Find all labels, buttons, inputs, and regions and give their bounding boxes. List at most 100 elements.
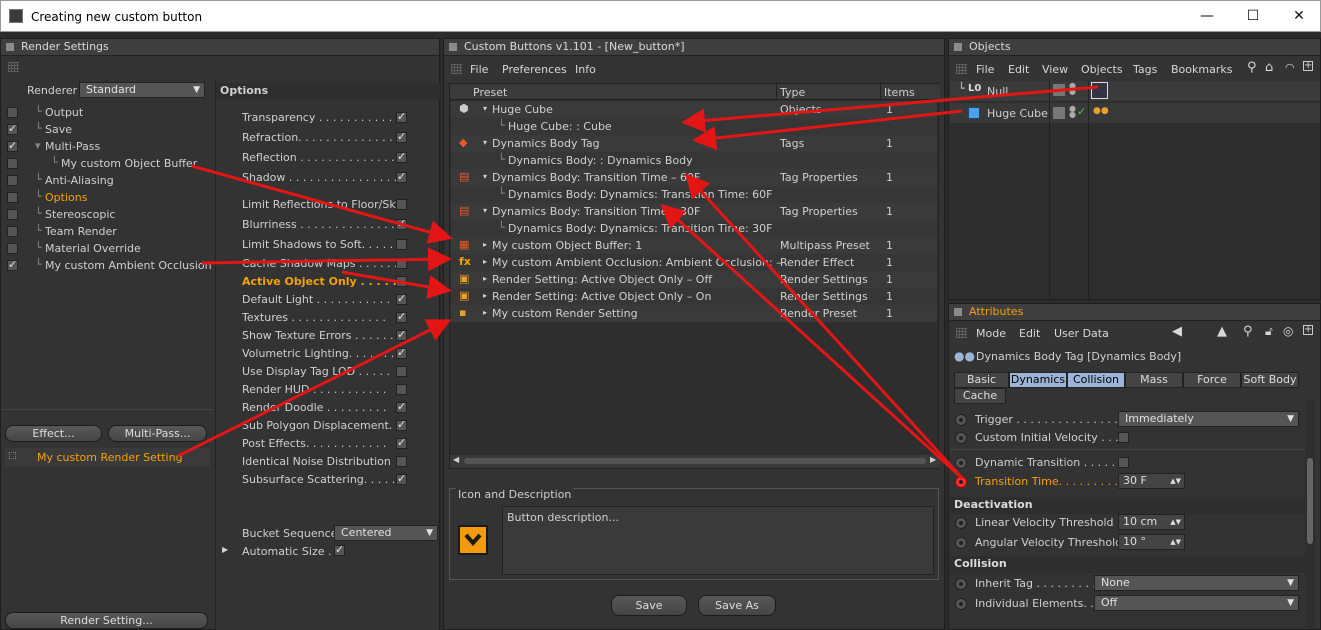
grip-icon[interactable]: [451, 64, 462, 74]
render-settings-item[interactable]: └ Material Override: [1, 240, 213, 257]
menu-mode[interactable]: Mode: [976, 327, 1006, 340]
tab-mass[interactable]: Mass: [1125, 372, 1183, 388]
option-checkbox[interactable]: ✓: [396, 400, 407, 413]
table-child-row[interactable]: └ Dynamics Body: Dynamics: Transition Tim…: [451, 220, 937, 237]
button-icon-picker[interactable]: [458, 525, 488, 555]
tab-collision[interactable]: Collision: [1067, 372, 1125, 388]
col-type[interactable]: Type: [776, 84, 805, 99]
menu-file[interactable]: File: [470, 63, 488, 76]
target-icon[interactable]: ◎: [1283, 324, 1293, 338]
render-item-checkbox[interactable]: [7, 209, 18, 220]
search-icon[interactable]: ⚲: [1243, 324, 1253, 339]
render-settings-item[interactable]: └ My custom Object Buffer: [1, 155, 213, 172]
option-checkbox[interactable]: [396, 366, 407, 377]
menu-preferences[interactable]: Preferences: [502, 63, 567, 76]
expand-arrow-icon[interactable]: ▸: [483, 237, 487, 253]
menu-bookmarks[interactable]: Bookmarks: [1171, 63, 1232, 76]
transition-time-keyframe-icon[interactable]: [955, 476, 967, 488]
render-settings-item[interactable]: ✓ └ Save: [1, 121, 213, 138]
expand-arrow-icon[interactable]: ▾: [483, 169, 487, 185]
scroll-right-icon[interactable]: ▶: [930, 455, 936, 464]
tab-cache[interactable]: Cache: [954, 388, 1006, 404]
render-item-checkbox[interactable]: ✓: [7, 258, 18, 271]
render-item-checkbox[interactable]: [7, 226, 18, 237]
option-checkbox[interactable]: [396, 276, 407, 287]
expand-arrow-icon[interactable]: ▶: [222, 545, 228, 554]
menu-view[interactable]: View: [1042, 63, 1068, 76]
trigger-dropdown[interactable]: Immediately ▼: [1118, 411, 1299, 427]
home-icon[interactable]: ⌂: [1265, 60, 1273, 75]
inherit-tag-dropdown[interactable]: None ▼: [1094, 575, 1299, 591]
angular-velocity-threshold-field[interactable]: 10 ° ▲▼: [1118, 534, 1185, 550]
attributes-scrollbar[interactable]: [1305, 400, 1315, 628]
tab-basic[interactable]: Basic: [954, 372, 1009, 388]
render-settings-item[interactable]: └ Team Render: [1, 223, 213, 240]
object-row-huge-cube[interactable]: Huge Cube ● ● ✓ ●●: [950, 103, 1320, 123]
minimize-button[interactable]: —: [1184, 1, 1230, 32]
dynamic-transition-animate-icon[interactable]: [955, 457, 967, 469]
stepper-icon[interactable]: ▲▼: [1170, 474, 1181, 488]
button-description-field[interactable]: Button description...: [502, 506, 934, 575]
close-button[interactable]: ✕: [1276, 1, 1321, 32]
linear-threshold-animate-icon[interactable]: [955, 517, 967, 529]
option-checkbox[interactable]: ✓: [396, 217, 407, 230]
automatic-size-checkbox[interactable]: ✓: [334, 543, 345, 556]
render-settings-item[interactable]: └ Stereoscopic: [1, 206, 213, 223]
table-row[interactable]: fx ▸ My custom Ambient Occlusion: Ambient …: [451, 254, 937, 271]
stepper-icon[interactable]: ▲▼: [1170, 515, 1181, 529]
table-row[interactable]: ◆ ▾ Dynamics Body Tag Tags 1: [451, 135, 937, 152]
null-object-label[interactable]: Null: [987, 85, 1008, 98]
table-row[interactable]: ▤ ▾ Dynamics Body: Transition Time – 30F Ta…: [451, 203, 937, 220]
option-checkbox[interactable]: ✓: [396, 418, 407, 431]
layer-icon[interactable]: [1053, 107, 1065, 119]
table-row[interactable]: ▣ ▸ Render Setting: Active Object Only – O…: [451, 271, 937, 288]
tab-soft-body[interactable]: Soft Body: [1241, 372, 1299, 388]
table-row[interactable]: ⬢ ▾ Huge Cube Objects 1: [451, 101, 937, 118]
expand-arrow-icon[interactable]: ▸: [483, 271, 487, 287]
trigger-animate-icon[interactable]: [955, 414, 967, 426]
menu-edit[interactable]: Edit: [1008, 63, 1029, 76]
option-checkbox[interactable]: [396, 456, 407, 467]
bucket-sequence-dropdown[interactable]: Centered ▼: [334, 525, 438, 541]
menu-objects[interactable]: Objects: [1081, 63, 1123, 76]
dynamic-transition-checkbox[interactable]: [1118, 457, 1129, 468]
render-settings-item[interactable]: ✓ └ My custom Ambient Occlusion: [1, 257, 213, 274]
render-item-checkbox[interactable]: ✓: [7, 139, 18, 152]
option-checkbox[interactable]: [396, 384, 407, 395]
table-row[interactable]: ▣ ▸ Render Setting: Active Object Only – O…: [451, 288, 937, 305]
table-child-row[interactable]: └ Huge Cube: : Cube: [451, 118, 937, 135]
object-row-null[interactable]: └ L0 Null ● ●: [950, 81, 1320, 101]
table-child-row[interactable]: └ Dynamics Body: Dynamics: Transition Tim…: [451, 186, 937, 203]
render-item-checkbox[interactable]: [7, 192, 18, 203]
back-arrow-icon[interactable]: ◀: [1172, 324, 1182, 339]
expand-arrow-icon[interactable]: ▾: [483, 203, 487, 219]
render-item-checkbox[interactable]: [7, 107, 18, 118]
render-settings-item[interactable]: └ Output: [1, 104, 213, 121]
grip-icon[interactable]: [8, 62, 19, 72]
inherit-tag-animate-icon[interactable]: [955, 578, 967, 590]
option-checkbox[interactable]: ✓: [396, 310, 407, 323]
expand-arrow-icon[interactable]: ▾: [483, 101, 487, 117]
option-checkbox[interactable]: ✓: [396, 110, 407, 123]
menu-user-data[interactable]: User Data: [1054, 327, 1109, 340]
enabled-check-icon[interactable]: ✓: [1077, 105, 1086, 118]
angular-threshold-animate-icon[interactable]: [955, 537, 967, 549]
table-row[interactable]: ▤ ▾ Dynamics Body: Transition Time – 60F Ta…: [451, 169, 937, 186]
transition-time-field[interactable]: 30 F ▲▼: [1118, 473, 1185, 489]
new-view-icon[interactable]: +: [1303, 325, 1313, 335]
visibility-dots-icon[interactable]: ● ●: [1069, 105, 1076, 119]
scrollbar-thumb[interactable]: [464, 458, 926, 464]
search-icon[interactable]: ⚲: [1247, 60, 1257, 75]
custom-velocity-animate-icon[interactable]: [955, 432, 967, 444]
option-checkbox[interactable]: ✓: [396, 472, 407, 485]
col-preset[interactable]: Preset: [473, 86, 507, 99]
expand-arrow-icon[interactable]: ▸: [483, 254, 487, 270]
col-items[interactable]: Items: [880, 84, 915, 99]
render-settings-item[interactable]: └ Options: [1, 189, 213, 206]
render-settings-item[interactable]: └ Anti-Aliasing: [1, 172, 213, 189]
tab-force[interactable]: Force: [1183, 372, 1241, 388]
tab-dynamics[interactable]: Dynamics: [1009, 372, 1067, 388]
option-checkbox[interactable]: ✓: [396, 328, 407, 341]
table-child-row[interactable]: └ Dynamics Body: : Dynamics Body: [451, 152, 937, 169]
menu-tags[interactable]: Tags: [1133, 63, 1157, 76]
